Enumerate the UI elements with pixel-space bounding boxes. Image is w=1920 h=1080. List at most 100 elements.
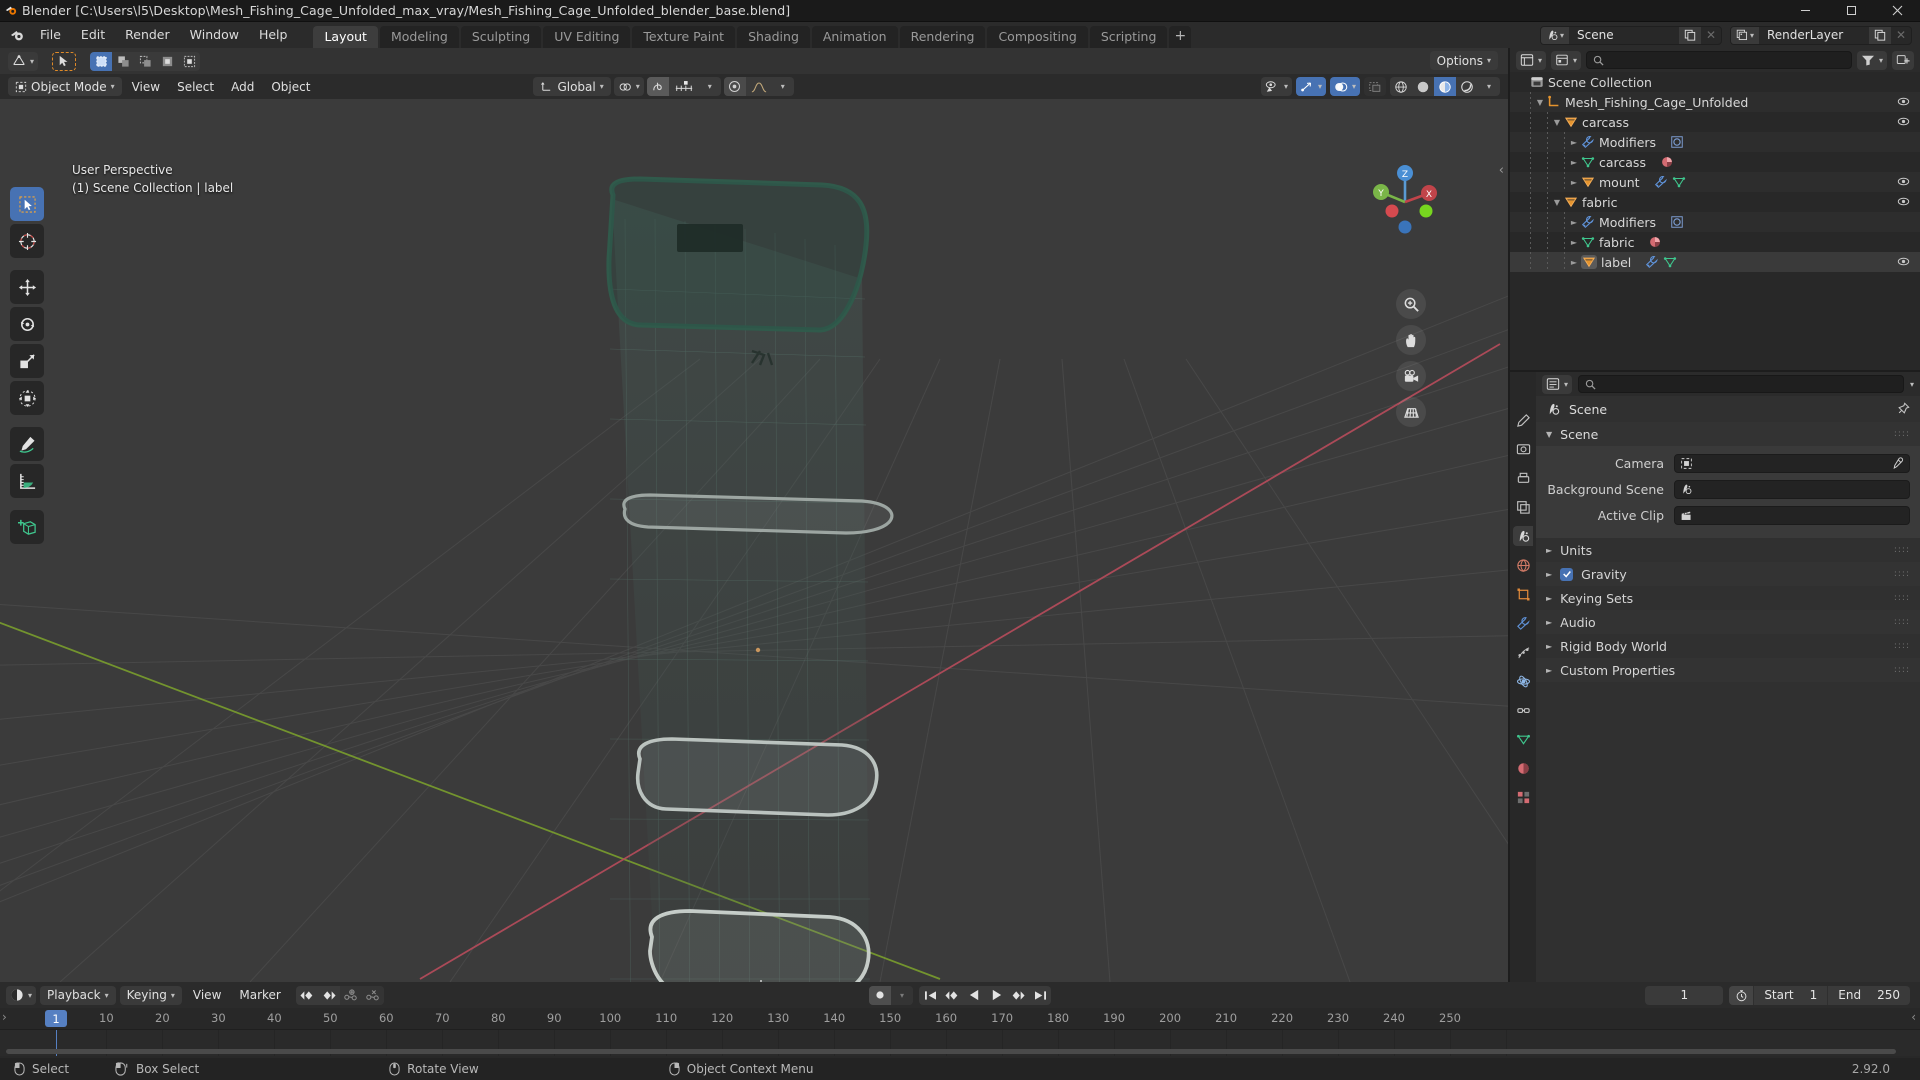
set-new-select-mode[interactable]	[90, 51, 113, 71]
current-frame-field[interactable]: 1	[1645, 985, 1724, 1005]
options-button[interactable]: Options ▾	[1429, 51, 1498, 70]
timeline-ruler[interactable]: 1102030405060708090100110120130140150160…	[0, 1008, 1920, 1030]
add-cube-tool[interactable]	[10, 510, 44, 544]
outliner-row-scene-collection[interactable]: Scene Collection	[1510, 72, 1920, 92]
menu-help[interactable]: Help	[249, 25, 298, 45]
pin-icon[interactable]	[1896, 402, 1910, 416]
visibility-eye-icon[interactable]	[1897, 95, 1910, 108]
workspace-tab-texture-paint[interactable]: Texture Paint	[632, 26, 736, 48]
add-workspace-button[interactable]: +	[1169, 26, 1192, 48]
tool-tab[interactable]	[1513, 410, 1533, 430]
unlink-scene-button[interactable]: ✕	[1701, 27, 1721, 44]
menu-keying[interactable]: Keying ▾	[119, 985, 182, 1005]
close-button[interactable]	[1874, 0, 1920, 22]
disclosure-triangle-right-icon[interactable]: ►	[1546, 546, 1552, 555]
transform-tool[interactable]	[10, 381, 44, 415]
scene-tab[interactable]	[1513, 526, 1533, 546]
panel-custom-properties[interactable]: ► Custom Properties::::	[1536, 658, 1920, 682]
menu-select[interactable]: Select	[170, 77, 221, 96]
jump-prev-keyframe-button[interactable]	[296, 986, 318, 1005]
material-icon[interactable]	[1660, 155, 1674, 169]
workspace-tab-animation[interactable]: Animation	[811, 26, 898, 48]
menu-window[interactable]: Window	[180, 25, 249, 45]
end-frame-field[interactable]: End 250	[1827, 985, 1910, 1005]
panel-audio[interactable]: ► Audio::::	[1536, 610, 1920, 634]
jump-next-keyframe-button[interactable]	[318, 986, 340, 1005]
disclosure-triangle-right-icon[interactable]: ►	[1567, 258, 1581, 267]
editor-type-outliner-icon[interactable]: ▾	[1516, 50, 1547, 70]
outliner-row-label[interactable]: ► label	[1510, 252, 1920, 272]
proportional-chevron-icon[interactable]: ▾	[772, 77, 794, 96]
property-field-background-scene[interactable]	[1674, 479, 1910, 499]
mesh-data-icon[interactable]	[1672, 175, 1686, 189]
disclosure-triangle-right-icon[interactable]: ►	[1567, 238, 1581, 247]
mesh-data-icon[interactable]	[1663, 255, 1677, 269]
panel-checkbox[interactable]	[1560, 567, 1574, 581]
physics-tab[interactable]	[1513, 671, 1533, 691]
constraints-tab[interactable]	[1513, 700, 1533, 720]
sidebar-toggle-arrow-icon[interactable]: ‹	[1499, 163, 1504, 178]
new-scene-button[interactable]	[1679, 26, 1701, 44]
play-button[interactable]	[985, 986, 1007, 1005]
panel-gravity[interactable]: ► Gravity::::	[1536, 562, 1920, 586]
maximize-button[interactable]	[1828, 0, 1874, 22]
panel-keying-sets[interactable]: ► Keying Sets::::	[1536, 586, 1920, 610]
insert-keyframe-button[interactable]	[339, 985, 362, 1005]
object-tab[interactable]	[1513, 584, 1533, 604]
use-preview-range-icon[interactable]	[1729, 985, 1754, 1005]
workspace-tab-rendering[interactable]: Rendering	[899, 26, 986, 48]
camera-view-button[interactable]	[1396, 361, 1426, 391]
outliner-row-fabric[interactable]: ► fabric	[1510, 232, 1920, 252]
data-tab[interactable]	[1513, 729, 1533, 749]
new-view-layer-button[interactable]	[1869, 26, 1891, 44]
mode-selector[interactable]: Object Mode ▾	[8, 77, 122, 96]
disclosure-triangle-right-icon[interactable]: ►	[1546, 570, 1552, 579]
subtract-select-mode[interactable]	[134, 52, 156, 71]
disclosure-triangle-right-icon[interactable]: ►	[1546, 618, 1552, 627]
measure-tool[interactable]	[10, 464, 44, 498]
material-tab[interactable]	[1513, 758, 1533, 778]
outliner-row-carcass[interactable]: ▼ carcass	[1510, 112, 1920, 132]
editor-type-3d-viewport-icon[interactable]: ▾	[8, 51, 39, 71]
xray-toggle[interactable]	[1364, 77, 1386, 96]
disclosure-triangle-right-icon[interactable]: ►	[1567, 178, 1581, 187]
jump-to-start-button[interactable]	[919, 986, 941, 1005]
eyedropper-icon[interactable]	[1891, 456, 1904, 470]
render-tab[interactable]	[1513, 439, 1533, 459]
scene-panel-header[interactable]: ▼ Scene ::::	[1536, 422, 1920, 446]
solid-shading[interactable]	[1412, 77, 1434, 96]
scene-selector[interactable]: ▾ Scene ✕	[1540, 25, 1722, 45]
timeline-scrollbar[interactable]	[6, 1049, 1896, 1054]
gizmo-toggle[interactable]: ▾	[1295, 77, 1326, 96]
disclosure-triangle-right-icon[interactable]: ►	[1546, 666, 1552, 675]
outliner-row-modifiers[interactable]: ► Modifiers	[1510, 132, 1920, 152]
visibility-eye-icon[interactable]	[1897, 115, 1910, 128]
editor-type-timeline-icon[interactable]: ▾	[6, 985, 37, 1005]
workspace-tab-sculpting[interactable]: Sculpting	[460, 26, 542, 48]
jump-to-end-button[interactable]	[1029, 986, 1051, 1005]
invert-select-mode[interactable]	[156, 52, 178, 71]
menu-timeline-marker[interactable]: Marker	[232, 986, 287, 1005]
workspace-tab-shading[interactable]: Shading	[737, 26, 810, 48]
auto-keying-toggle[interactable]	[869, 985, 891, 1005]
material-preview-shading[interactable]	[1434, 77, 1456, 96]
modifier-solidify-icon[interactable]	[1670, 135, 1684, 149]
blender-menu-icon[interactable]	[4, 22, 30, 48]
playhead-frame-badge[interactable]: 1	[45, 1010, 67, 1027]
outliner-row-mesh-fishing-cage-unfolded[interactable]: ▼ Mesh_Fishing_Cage_Unfolded	[1510, 92, 1920, 112]
snap-chevron-icon[interactable]: ▾	[699, 77, 721, 96]
menu-playback[interactable]: Playback ▾	[40, 985, 116, 1005]
tweak-tool[interactable]	[10, 187, 44, 221]
navigation-gizmo[interactable]: Z Y X	[1364, 161, 1446, 243]
pivot-point-selector[interactable]: ▾	[613, 77, 644, 96]
remove-view-layer-button[interactable]: ✕	[1891, 27, 1911, 44]
menu-timeline-view[interactable]: View	[186, 986, 228, 1005]
outliner-row-carcass[interactable]: ► carcass	[1510, 152, 1920, 172]
toggle-orthographic-button[interactable]	[1396, 397, 1426, 427]
annotate-tool[interactable]	[10, 427, 44, 461]
shading-chevron-icon[interactable]: ▾	[1478, 77, 1500, 96]
move-tool[interactable]	[10, 270, 44, 304]
proportional-edit-toggle[interactable]	[723, 77, 746, 96]
jump-prev-keyframe-button-2[interactable]	[941, 986, 963, 1005]
viewport-canvas[interactable]: User Perspective (1) Scene Collection | …	[0, 99, 1508, 982]
